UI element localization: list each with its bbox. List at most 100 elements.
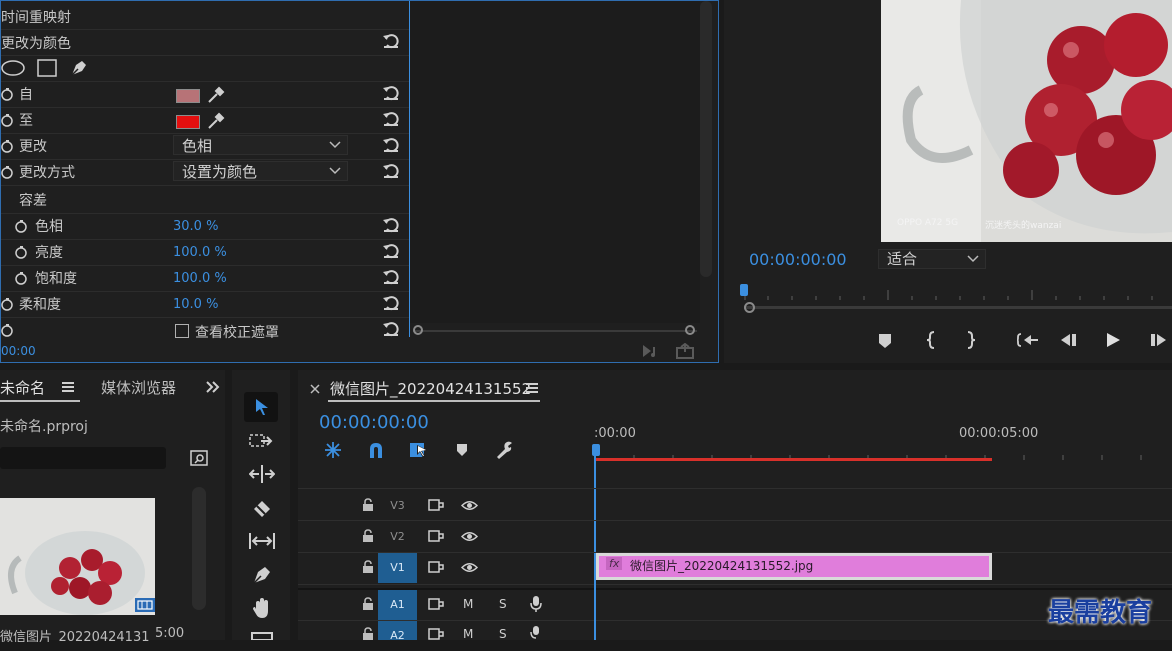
mute-track-button[interactable]: M (463, 597, 473, 611)
play-icon[interactable] (1105, 332, 1121, 348)
mark-out-icon[interactable] (965, 331, 977, 349)
ellipse-mask-icon[interactable] (1, 60, 25, 76)
snap-magnet-icon[interactable] (367, 441, 385, 459)
toggle-sync-lock-icon[interactable] (428, 530, 444, 542)
lock-icon[interactable] (362, 529, 374, 543)
eyedropper-icon[interactable] (207, 112, 225, 130)
close-icon[interactable] (310, 384, 320, 394)
stopwatch-icon[interactable] (1, 323, 15, 337)
change-dropdown[interactable]: 色相 (173, 135, 348, 155)
effect-timecode[interactable]: 00:00 (1, 344, 36, 358)
find-icon[interactable] (190, 450, 208, 466)
program-video-frame[interactable]: OPPO A72 5G 沉迷秃头的wanzai (881, 0, 1172, 242)
tab-media-browser-wrap[interactable]: 媒体浏览器 (101, 377, 177, 399)
microphone-icon[interactable] (530, 595, 542, 613)
pen-tool-icon[interactable] (251, 564, 273, 586)
track-v2-label[interactable]: V2 (378, 522, 417, 552)
step-back-icon[interactable] (1060, 333, 1078, 347)
effect-zoom-scrollbar[interactable] (413, 325, 697, 337)
zoom-handle-right[interactable] (685, 325, 695, 335)
toggle-sync-lock-icon[interactable] (428, 561, 444, 573)
stopwatch-icon[interactable] (1, 165, 15, 179)
stopwatch-icon[interactable] (1, 87, 15, 101)
add-marker-icon[interactable] (456, 443, 468, 457)
solo-track-button[interactable]: S (499, 627, 507, 641)
go-to-in-icon[interactable] (1017, 332, 1039, 348)
clip-fx-badge[interactable]: fx (606, 557, 623, 570)
program-playhead[interactable] (740, 284, 748, 296)
project-scrollbar[interactable] (192, 487, 206, 610)
eye-icon[interactable] (461, 531, 478, 542)
toggle-sync-lock-icon[interactable] (428, 598, 444, 610)
add-marker-icon[interactable] (878, 333, 892, 349)
lock-icon[interactable] (362, 597, 374, 611)
type-tool-icon[interactable] (251, 632, 273, 640)
stopwatch-icon[interactable] (1, 113, 15, 127)
reset-icon[interactable] (382, 33, 400, 49)
mute-track-button[interactable]: M (463, 627, 473, 641)
step-forward-icon[interactable] (1149, 333, 1167, 347)
stopwatch-icon[interactable] (15, 271, 29, 285)
lock-icon[interactable] (362, 498, 374, 512)
track-v3-label[interactable]: V3 (378, 491, 417, 521)
reset-icon[interactable] (382, 85, 400, 101)
eye-icon[interactable] (461, 562, 478, 573)
stopwatch-icon[interactable] (1, 139, 15, 153)
sequence-tab[interactable]: 微信图片_20220424131552 (330, 378, 531, 399)
effect-vertical-scrollbar[interactable] (700, 1, 712, 277)
project-thumbnail[interactable] (0, 498, 155, 615)
slip-tool-icon[interactable] (248, 532, 276, 550)
reset-icon[interactable] (382, 243, 400, 259)
stopwatch-icon[interactable] (1, 297, 15, 311)
reset-icon[interactable] (382, 163, 400, 179)
eye-icon[interactable] (461, 500, 478, 511)
reset-icon[interactable] (382, 137, 400, 153)
eyedropper-icon[interactable] (207, 86, 225, 104)
time-remap-row[interactable]: 时间重映射 (1, 3, 409, 30)
project-search-input[interactable] (0, 447, 166, 469)
hamburger-menu-icon[interactable] (526, 383, 538, 393)
solo-track-button[interactable]: S (499, 597, 507, 611)
view-mask-checkbox[interactable] (175, 324, 189, 338)
work-area-bar[interactable] (594, 458, 992, 461)
to-color-swatch[interactable] (176, 115, 200, 129)
lightness-value[interactable]: 100.0 % (173, 245, 227, 260)
program-timecode[interactable]: 00:00:00:00 (749, 250, 847, 269)
timeline-timecode[interactable]: 00:00:00:00 (319, 412, 429, 433)
reset-icon[interactable] (382, 269, 400, 285)
reset-icon[interactable] (382, 111, 400, 127)
program-ruler[interactable] (740, 284, 1172, 302)
reset-icon[interactable] (382, 295, 400, 311)
v1-clip[interactable]: fx 微信图片_20220424131552.jpg (596, 553, 992, 580)
mark-in-icon[interactable] (925, 331, 937, 349)
expand-panels-icon[interactable] (206, 381, 220, 393)
export-frame-icon[interactable] (675, 343, 695, 359)
lock-icon[interactable] (362, 627, 374, 641)
track-a1-label[interactable]: A1 (378, 590, 417, 620)
stopwatch-icon[interactable] (15, 245, 29, 259)
stopwatch-icon[interactable] (15, 219, 29, 233)
zoom-handle-left[interactable] (413, 325, 423, 335)
softness-value[interactable]: 10.0 % (173, 297, 218, 312)
saturation-value[interactable]: 100.0 % (173, 271, 227, 286)
reset-icon[interactable] (382, 217, 400, 233)
wrench-settings-icon[interactable] (495, 441, 513, 459)
hand-tool-icon[interactable] (251, 597, 273, 619)
nest-toggle-icon[interactable] (324, 441, 342, 459)
hue-value[interactable]: 30.0 % (173, 219, 218, 234)
from-color-swatch[interactable] (176, 89, 200, 103)
razor-icon[interactable] (251, 498, 273, 520)
linked-selection-icon[interactable] (409, 440, 429, 460)
tab-untitled[interactable]: 未命名 (0, 377, 45, 398)
reset-icon[interactable] (382, 321, 400, 337)
track-v1-label[interactable]: V1 (378, 553, 417, 583)
audio-only-icon[interactable] (641, 343, 661, 359)
selection-tool[interactable] (244, 392, 278, 422)
ripple-edit-icon[interactable] (249, 464, 275, 484)
change-color-row[interactable]: 更改为颜色 (1, 29, 409, 56)
toggle-sync-lock-icon[interactable] (428, 628, 444, 640)
fit-dropdown[interactable]: 适合 (878, 249, 986, 269)
toggle-sync-lock-icon[interactable] (428, 499, 444, 511)
microphone-icon[interactable] (530, 625, 542, 640)
hamburger-menu-icon[interactable] (62, 382, 74, 392)
